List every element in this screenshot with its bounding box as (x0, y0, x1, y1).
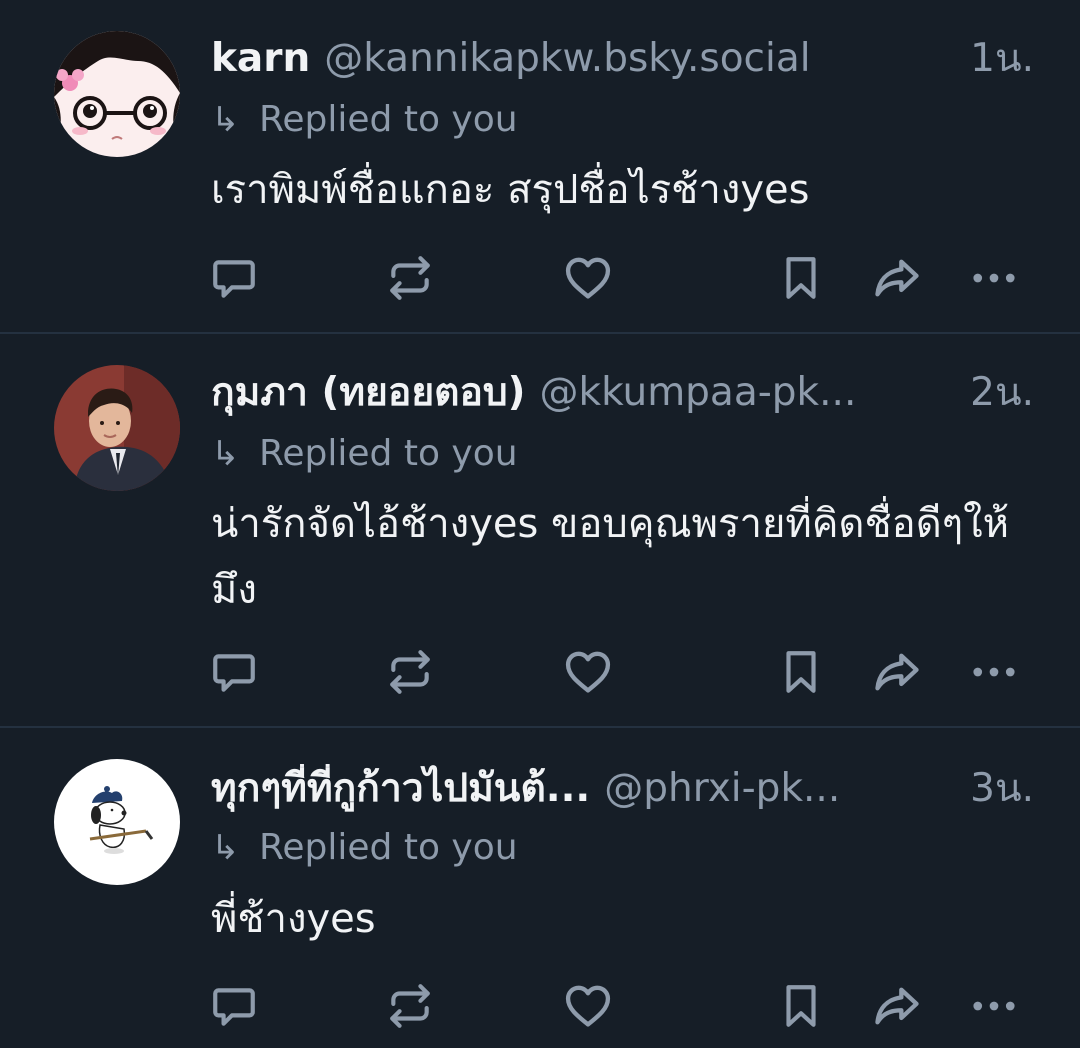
snoopy-hockey-avatar (54, 759, 180, 885)
post-actions (0, 644, 1080, 700)
reply-icon (213, 654, 255, 692)
reply-icon (213, 260, 255, 298)
share-icon (875, 259, 919, 297)
timestamp[interactable]: 3น. (948, 764, 1034, 814)
reply-icon (213, 988, 255, 1026)
more-icon (973, 273, 1015, 283)
share-button[interactable] (869, 644, 925, 700)
repost-button[interactable] (382, 978, 438, 1034)
like-icon (565, 985, 611, 1027)
timestamp[interactable]: 2น. (948, 368, 1034, 418)
replied-text: Replied to you (259, 433, 518, 474)
replied-text: Replied to you (259, 827, 518, 868)
share-icon (875, 987, 919, 1025)
repost-icon (390, 984, 430, 1028)
reply-button[interactable] (206, 250, 262, 306)
timestamp[interactable]: 1น. (948, 34, 1034, 84)
bookmark-button[interactable] (773, 978, 829, 1034)
replied-text: Replied to you (259, 99, 518, 140)
bookmark-button[interactable] (773, 250, 829, 306)
post-actions (0, 250, 1080, 306)
more-icon (973, 1001, 1015, 1011)
more-icon (973, 667, 1015, 677)
post[interactable]: karn @kannikapkw.bsky.social 1น. ↳ Repli… (0, 0, 1080, 334)
share-icon (875, 653, 919, 691)
reply-button[interactable] (206, 644, 262, 700)
repost-icon (390, 650, 430, 694)
share-button[interactable] (869, 250, 925, 306)
more-button[interactable] (966, 644, 1022, 700)
handle[interactable]: @phrxi-pk... (604, 764, 840, 814)
post[interactable]: กุมภา (ทยอยตอบ) @kkumpaa-pk... 2น. ↳ Rep… (0, 334, 1080, 728)
avatar[interactable] (54, 31, 180, 157)
like-button[interactable] (560, 644, 616, 700)
replied-to-you-label: ↳ Replied to you (211, 432, 518, 476)
post-actions (0, 978, 1080, 1034)
post[interactable]: ทุกๆที่ที่กูก้าวไปมันต้... @phrxi-pk... … (0, 728, 1080, 1048)
repost-button[interactable] (382, 250, 438, 306)
post-text: น่ารักจัดไอ้ช้างyes ขอบคุณพรายที่คิดชื่อ… (211, 501, 1010, 613)
handle[interactable]: @kannikapkw.bsky.social (324, 34, 810, 84)
more-button[interactable] (966, 978, 1022, 1034)
display-name[interactable]: karn (211, 34, 310, 84)
post-header: karn @kannikapkw.bsky.social 1น. (211, 34, 1034, 84)
man-in-suit-avatar (54, 365, 180, 491)
like-button[interactable] (560, 250, 616, 306)
like-icon (565, 651, 611, 693)
bookmark-icon (786, 985, 816, 1027)
repost-icon (390, 256, 430, 300)
display-name[interactable]: กุมภา (ทยอยตอบ) (211, 368, 526, 418)
share-button[interactable] (869, 978, 925, 1034)
bookmark-icon (786, 651, 816, 693)
anime-girl-glasses-avatar (54, 31, 180, 157)
display-name[interactable]: ทุกๆที่ที่กูก้าวไปมันต้... (211, 764, 590, 814)
bookmark-button[interactable] (773, 644, 829, 700)
like-button[interactable] (560, 978, 616, 1034)
like-icon (565, 257, 611, 299)
reply-arrow-icon: ↳ (211, 434, 240, 474)
reply-arrow-icon: ↳ (211, 100, 240, 140)
reply-button[interactable] (206, 978, 262, 1034)
avatar[interactable] (54, 759, 180, 885)
handle[interactable]: @kkumpaa-pk... (540, 368, 857, 418)
replied-to-you-label: ↳ Replied to you (211, 98, 518, 142)
more-button[interactable] (966, 250, 1022, 306)
avatar[interactable] (54, 365, 180, 491)
bookmark-icon (786, 257, 816, 299)
post-header: กุมภา (ทยอยตอบ) @kkumpaa-pk... 2น. (211, 368, 1034, 418)
replied-to-you-label: ↳ Replied to you (211, 826, 518, 870)
repost-button[interactable] (382, 644, 438, 700)
post-text: พี่ช้างyes (211, 896, 376, 942)
post-text: เราพิมพ์ชื่อแกอะ สรุปชื่อไรช้างyes (211, 167, 810, 213)
post-header: ทุกๆที่ที่กูก้าวไปมันต้... @phrxi-pk... … (211, 764, 1034, 814)
reply-arrow-icon: ↳ (211, 828, 240, 868)
